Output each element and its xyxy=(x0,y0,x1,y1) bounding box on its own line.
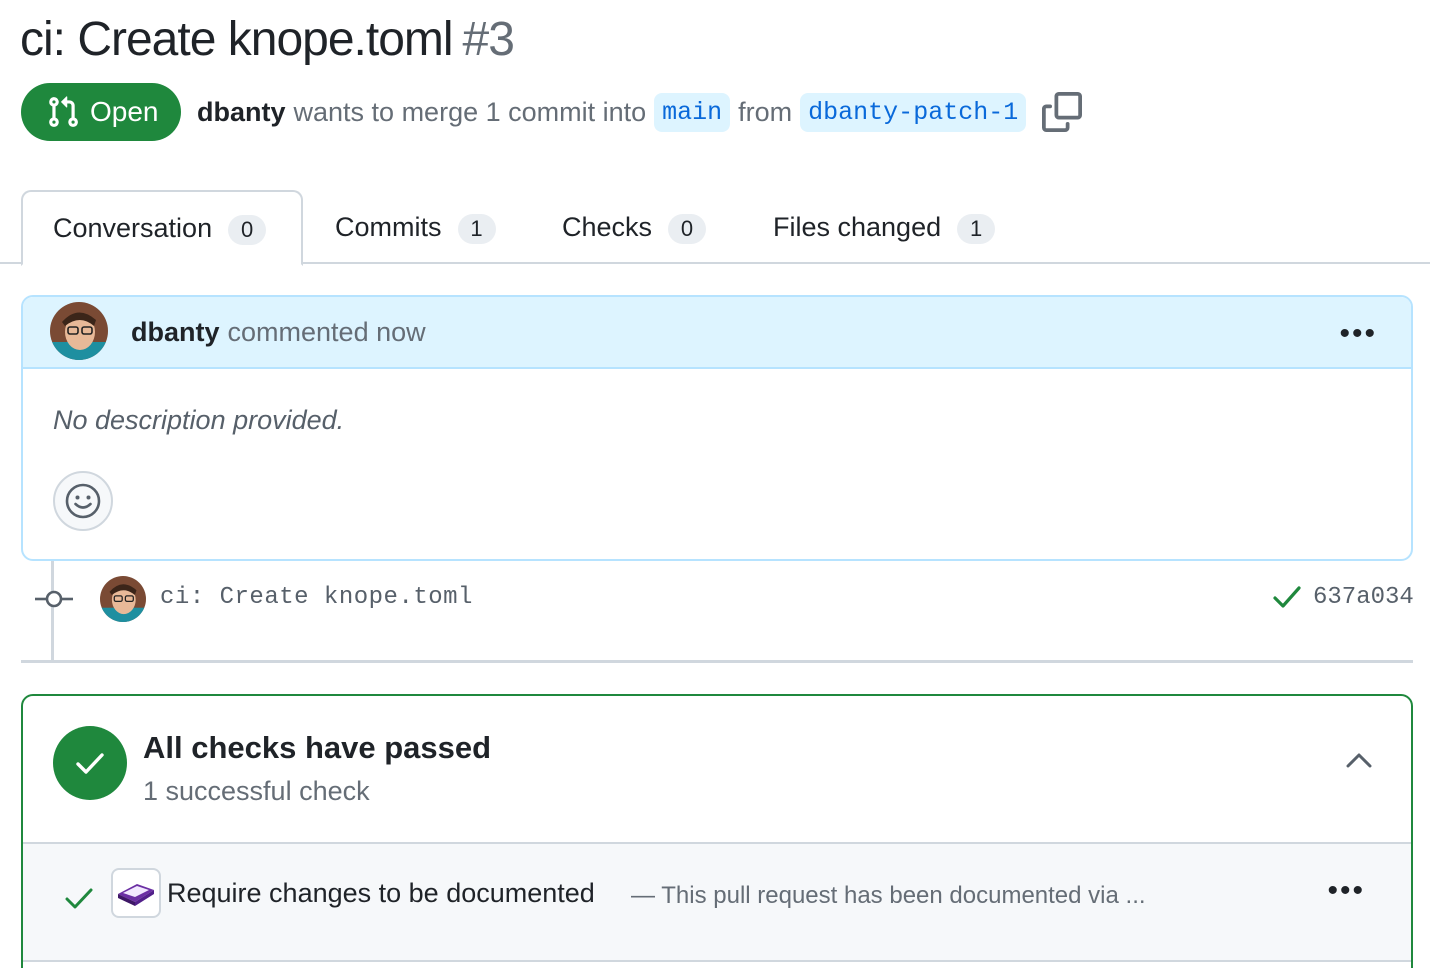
chevron-up-icon[interactable] xyxy=(1343,746,1375,774)
check-run-name: Require changes to be documented xyxy=(167,878,595,908)
base-branch-label[interactable]: main xyxy=(654,92,731,132)
head-branch-label[interactable]: dbanty-patch-1 xyxy=(800,92,1027,132)
pr-title: ci: Create knope.toml #3 xyxy=(20,10,515,70)
tab-label: Files changed xyxy=(773,211,942,242)
tab-checks[interactable]: Checks 0 xyxy=(562,190,707,264)
merge-checks-box: All checks have passed 1 successful chec… xyxy=(21,694,1413,968)
pr-tabs: Conversation 0 Commits 1 Checks 0 Files … xyxy=(0,190,1430,266)
knope-app-icon xyxy=(111,868,161,918)
tab-counter: 0 xyxy=(228,215,267,245)
git-pull-request-icon xyxy=(49,96,78,127)
check-icon[interactable] xyxy=(1272,584,1302,610)
check-icon xyxy=(76,753,104,774)
add-reaction-button[interactable] xyxy=(53,471,113,531)
book-icon xyxy=(118,884,154,906)
kebab-horizontal-icon[interactable]: ••• xyxy=(1327,874,1365,908)
avatar-image xyxy=(50,302,108,360)
check-run-row[interactable]: Require changes to be documented — This … xyxy=(23,844,1411,962)
git-commit-icon xyxy=(35,590,73,608)
tab-label: Conversation xyxy=(53,212,213,243)
timeline-divider xyxy=(21,660,1413,663)
copy-icon[interactable] xyxy=(1042,92,1083,132)
tab-conversation[interactable]: Conversation 0 xyxy=(21,190,303,266)
checks-title: All checks have passed xyxy=(143,730,492,765)
avatar[interactable] xyxy=(100,576,146,622)
commit-message-link[interactable]: ci: Create knope.toml xyxy=(160,584,473,611)
tab-counter: 1 xyxy=(957,214,996,244)
commit-sha-link[interactable]: 637a034 xyxy=(1313,584,1414,611)
merge-text: wants to merge 1 commit into xyxy=(293,96,647,127)
comment-body: No description provided. xyxy=(53,405,345,435)
tab-counter: 1 xyxy=(457,214,496,244)
tab-counter: 0 xyxy=(668,214,707,244)
smiley-icon xyxy=(65,483,101,519)
pr-number: #3 xyxy=(462,13,515,66)
pr-title-text: ci: Create knope.toml xyxy=(20,13,454,66)
checks-status-badge xyxy=(53,726,127,800)
tab-files-changed[interactable]: Files changed 1 xyxy=(773,190,996,264)
avatar[interactable] xyxy=(50,302,108,360)
tab-commits[interactable]: Commits 1 xyxy=(335,190,496,264)
pr-state-label: Open xyxy=(90,96,159,127)
check-icon xyxy=(65,888,93,909)
comment-header: dbanty commented now ••• xyxy=(23,297,1411,369)
from-text: from xyxy=(738,96,793,127)
comment-box: dbanty commented now ••• No description … xyxy=(21,295,1413,561)
pr-author-link[interactable]: dbanty xyxy=(197,97,286,128)
kebab-horizontal-icon[interactable]: ••• xyxy=(1339,317,1377,351)
comment-author-link[interactable]: dbanty xyxy=(131,317,220,348)
pr-merge-meta: dbanty wants to merge 1 commit into main… xyxy=(197,90,1083,134)
tab-label: Commits xyxy=(335,211,442,242)
pr-state-badge: Open xyxy=(21,83,181,141)
checks-header: All checks have passed 1 successful chec… xyxy=(23,696,1411,844)
tab-label: Checks xyxy=(562,211,653,242)
checks-subtitle: 1 successful check xyxy=(143,776,370,806)
check-run-description: — This pull request has been documented … xyxy=(631,882,1146,909)
comment-action: commented now xyxy=(227,316,426,347)
avatar-image xyxy=(100,576,146,622)
